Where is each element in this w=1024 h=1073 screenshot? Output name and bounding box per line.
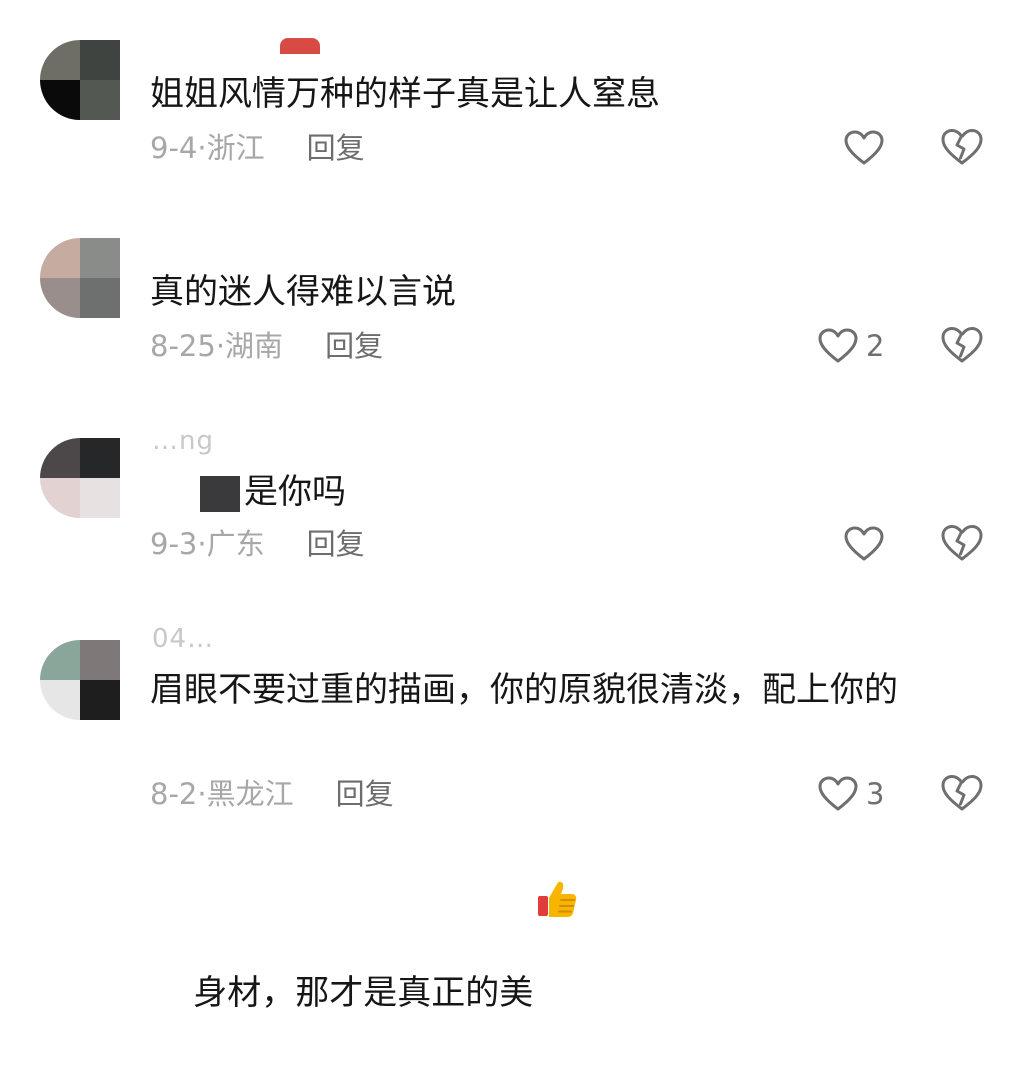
comment-location: 黑龙江	[206, 777, 294, 811]
reply-button[interactable]: 回复	[307, 527, 365, 561]
heart-outline-icon	[844, 130, 884, 166]
comment-text: 是你吗	[244, 472, 346, 512]
broken-heart-outline-icon	[940, 326, 984, 364]
redaction-block	[200, 476, 240, 512]
comment-location: 广东	[206, 527, 265, 561]
comment-item-2: 真的迷人得难以言说 8-25·湖南 回复 2	[0, 190, 1024, 390]
comment-item-3: …ng 是你吗 9-3·广东 回复	[0, 390, 1024, 590]
comment-date: 9-4·	[150, 131, 207, 165]
dislike-button[interactable]	[940, 774, 984, 814]
username[interactable]: …ng	[152, 426, 214, 456]
comment-text: 真的迷人得难以言说	[150, 272, 456, 312]
like-button[interactable]	[844, 524, 892, 564]
reply-button[interactable]: 回复	[325, 329, 383, 363]
comment-location: 浙江	[206, 131, 265, 165]
dislike-button[interactable]	[940, 524, 984, 564]
comment-item-4: 04… 眉眼不要过重的描画，你的原貌很清淡，配上你的 身材，那才是真正的美 8-…	[0, 590, 1024, 1013]
comment-text: 身材，那才是真正的美	[193, 973, 534, 1013]
badge-decoration	[280, 38, 320, 54]
dislike-button[interactable]	[940, 128, 984, 168]
like-count: 3	[866, 777, 885, 811]
avatar[interactable]	[40, 40, 120, 120]
comment-text: 姐姐风情万种的样子真是让人窒息	[150, 74, 660, 114]
reply-button[interactable]: 回复	[336, 777, 394, 811]
reply-button[interactable]: 回复	[307, 131, 365, 165]
like-count: 2	[866, 329, 885, 363]
dislike-button[interactable]	[940, 326, 984, 366]
comment-date: 9-3·	[150, 527, 207, 561]
comment-meta: 9-4·浙江 回复	[150, 128, 365, 168]
comment-text-line-1: 眉眼不要过重的描画，你的原貌很清淡，配上你的	[150, 670, 898, 710]
like-button[interactable]	[844, 128, 892, 168]
comment-date: 8-25·	[150, 329, 226, 363]
like-button[interactable]: 3	[818, 774, 884, 814]
thumbs-up-emoji	[535, 770, 579, 917]
comment-date: 8-2·	[150, 777, 207, 811]
like-button[interactable]: 2	[818, 326, 884, 366]
avatar[interactable]	[40, 640, 120, 720]
avatar[interactable]	[40, 438, 120, 518]
broken-heart-outline-icon	[940, 524, 984, 562]
heart-outline-icon	[844, 526, 884, 562]
broken-heart-outline-icon	[940, 128, 984, 166]
comment-text-line-2: 身材，那才是真正的美	[150, 717, 990, 1073]
comment-meta: 8-25·湖南 回复	[150, 326, 383, 366]
comment-meta: 8-2·黑龙江 回复	[150, 774, 394, 814]
username[interactable]: 04…	[152, 624, 214, 654]
comment-meta: 9-3·广东 回复	[150, 524, 365, 564]
heart-outline-icon	[818, 776, 858, 812]
heart-outline-icon	[818, 328, 858, 364]
avatar[interactable]	[40, 238, 120, 318]
comment-location: 湖南	[225, 329, 284, 363]
comment-item-1: 姐姐风情万种的样子真是让人窒息 9-4·浙江 回复	[0, 0, 1024, 190]
broken-heart-outline-icon	[940, 774, 984, 812]
